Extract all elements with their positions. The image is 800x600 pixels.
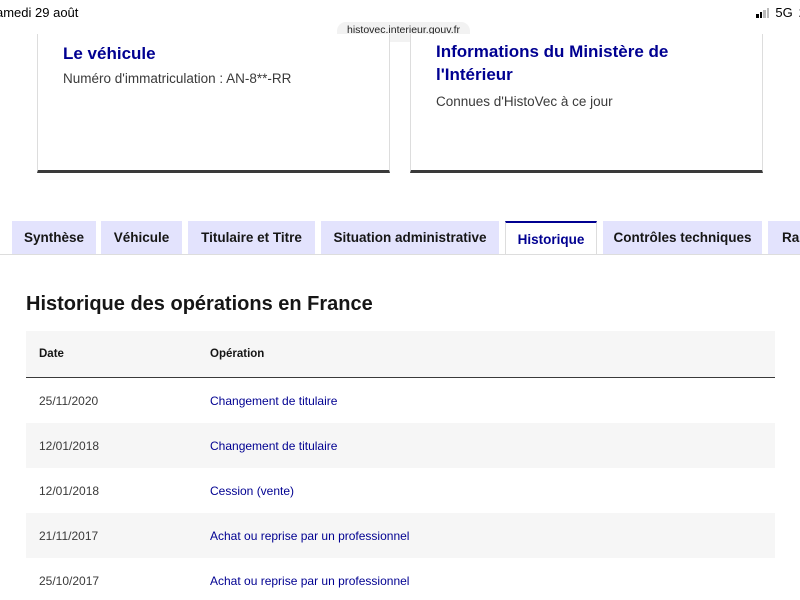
tab-controles-techniques[interactable]: Contrôles techniques [603,221,762,254]
tab-historique[interactable]: Historique [505,221,597,255]
table-row: 12/01/2018 Changement de titulaire [26,423,775,468]
operations-table: Date Opération 25/11/2020 Changement de … [26,331,775,600]
ministry-info-card-description: Connues d'HistoVec à ce jour [436,94,613,109]
network-label: 5G [775,5,793,20]
ministry-info-card-title[interactable]: Informations du Ministère de l'Intérieur [436,40,736,86]
tab-rapport[interactable]: Rap [768,221,800,254]
vehicle-card-title[interactable]: Le véhicule [63,42,156,65]
row-operation-link[interactable]: Cession (vente) [210,484,294,498]
ministry-info-card: Informations du Ministère de l'Intérieur… [410,34,763,173]
tab-synthese[interactable]: Synthèse [12,221,96,254]
row-date: 12/01/2018 [39,483,100,498]
signal-icon [756,7,770,18]
tab-vehicule[interactable]: Véhicule [101,221,182,254]
tab-panel-divider [0,254,800,255]
column-header-operation: Opération [210,348,265,360]
row-date: 21/11/2017 [39,528,99,543]
row-operation-link[interactable]: Achat ou reprise par un professionnel [210,574,409,588]
table-header: Date Opération [26,331,775,378]
page-title: Historique des opérations en France [26,293,373,315]
status-indicators: 5G 2 [756,5,800,20]
table-row: 25/10/2017 Achat ou reprise par un profe… [26,558,775,600]
tab-situation-administrative[interactable]: Situation administrative [321,221,499,254]
status-date: amedi 29 août [0,5,79,20]
row-operation-link[interactable]: Changement de titulaire [210,439,337,453]
row-operation-link[interactable]: Achat ou reprise par un professionnel [210,529,409,543]
column-header-date: Date [39,348,64,360]
tab-list: Synthèse Véhicule Titulaire et Titre Sit… [0,221,800,255]
vehicle-card-description: Numéro d'immatriculation : AN-8**-RR [63,71,292,86]
table-row: 25/11/2020 Changement de titulaire [26,378,775,423]
vehicle-card: Le véhicule Numéro d'immatriculation : A… [37,34,390,173]
row-operation-link[interactable]: Changement de titulaire [210,394,337,408]
table-row: 12/01/2018 Cession (vente) [26,468,775,513]
row-date: 12/01/2018 [39,438,100,453]
row-date: 25/10/2017 [39,573,100,588]
table-row: 21/11/2017 Achat ou reprise par un profe… [26,513,775,558]
tab-titulaire-et-titre[interactable]: Titulaire et Titre [188,221,315,254]
row-date: 25/11/2020 [39,393,99,408]
